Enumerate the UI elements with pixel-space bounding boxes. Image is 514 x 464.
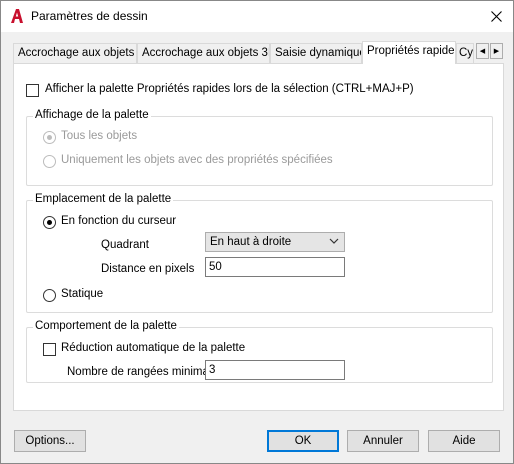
all-objects-radio[interactable] <box>43 131 56 144</box>
tab-quick-properties[interactable]: Propriétés rapides <box>362 41 456 64</box>
auto-collapse-checkbox[interactable] <box>43 343 56 356</box>
distance-label: Distance en pixels <box>101 263 195 275</box>
palette-display-group: Affichage de la palette Tous les objets … <box>26 109 493 186</box>
cursor-dependent-radio[interactable] <box>43 216 56 229</box>
tab-scroll-left-button[interactable]: ◀ <box>476 43 489 59</box>
palette-behavior-group: Comportement de la palette Réduction aut… <box>26 320 493 383</box>
tab-cycling[interactable]: Cy <box>456 43 474 63</box>
quadrant-select[interactable]: En haut à droite <box>205 232 345 252</box>
close-icon <box>490 11 502 22</box>
static-label: Statique <box>61 288 104 300</box>
close-button[interactable] <box>479 1 513 32</box>
tab-object-snap[interactable]: Accrochage aux objets <box>13 43 137 63</box>
min-rows-label: Nombre de rangées minimal <box>67 366 212 378</box>
min-rows-input[interactable]: 3 <box>205 360 345 380</box>
tab-dynamic-input[interactable]: Saisie dynamique <box>270 43 362 63</box>
tab-scroll-right-button[interactable]: ▶ <box>490 43 503 59</box>
ok-button[interactable]: OK <box>267 430 339 452</box>
tab-3d-object-snap[interactable]: Accrochage aux objets 3D <box>137 43 270 63</box>
scroll-left-icon: ◀ <box>479 48 486 55</box>
specified-objects-label: Uniquement les objets avec des propriété… <box>61 154 333 166</box>
help-button[interactable]: Aide <box>428 430 500 452</box>
auto-collapse-label: Réduction automatique de la palette <box>61 342 246 354</box>
distance-input[interactable]: 50 <box>205 257 345 277</box>
options-button[interactable]: Options... <box>14 430 86 452</box>
palette-location-title: Emplacement de la palette <box>33 193 174 205</box>
quadrant-value: En haut à droite <box>210 236 292 248</box>
all-objects-label: Tous les objets <box>61 130 138 142</box>
quadrant-label: Quadrant <box>101 239 149 251</box>
cancel-button[interactable]: Annuler <box>347 430 419 452</box>
radio-dot-icon <box>47 220 52 225</box>
drawing-settings-dialog: Paramètres de dessin Accrochage aux obje… <box>0 0 514 464</box>
palette-behavior-title: Comportement de la palette <box>33 320 179 332</box>
window-title: Paramètres de dessin <box>31 9 148 23</box>
quick-properties-panel: Afficher la palette Propriétés rapides l… <box>13 63 504 411</box>
chevron-down-icon <box>329 238 339 244</box>
scroll-right-icon: ▶ <box>493 48 500 55</box>
title-bar: Paramètres de dessin <box>1 1 513 32</box>
specified-objects-radio[interactable] <box>43 155 56 168</box>
cursor-dependent-label: En fonction du curseur <box>61 215 177 227</box>
show-palette-label: Afficher la palette Propriétés rapides l… <box>45 83 414 95</box>
radio-dot-icon <box>47 135 52 140</box>
palette-display-title: Affichage de la palette <box>33 109 151 121</box>
static-radio[interactable] <box>43 289 56 302</box>
tab-strip: Accrochage aux objets Accrochage aux obj… <box>13 41 503 64</box>
autocad-a-icon <box>11 9 23 23</box>
show-palette-checkbox[interactable] <box>26 84 39 97</box>
palette-location-group: Emplacement de la palette En fonction du… <box>26 193 493 313</box>
